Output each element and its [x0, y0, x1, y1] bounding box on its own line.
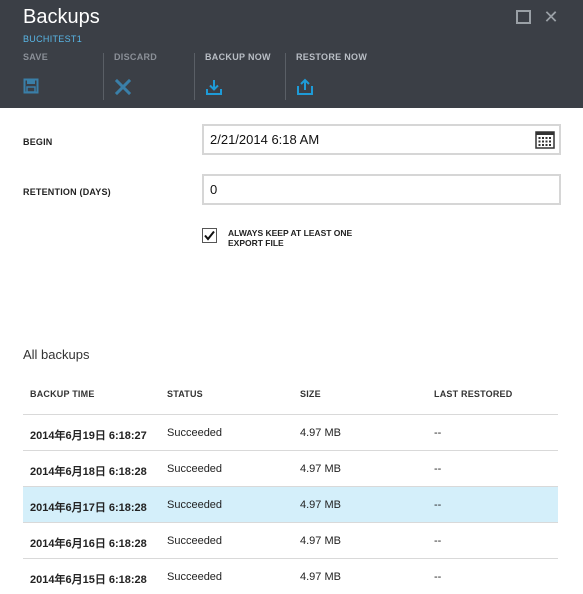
- status-cell: Succeeded: [167, 427, 223, 439]
- keep-export-label: ALWAYS KEEP AT LEAST ONE EXPORT FILE: [228, 228, 353, 248]
- backup-time-cell: 2014年6月15日 6:18:28: [30, 574, 147, 586]
- discard-command-label: DISCARD: [114, 52, 158, 62]
- column-header-size: SIZE: [300, 389, 321, 399]
- column-header-backup-time: BACKUP TIME: [30, 389, 95, 399]
- last-restored-cell: --: [434, 535, 442, 547]
- maximize-icon[interactable]: [515, 9, 531, 25]
- backup-now-button[interactable]: BACKUP NOW: [205, 52, 271, 100]
- command-separator: [285, 53, 286, 100]
- table-row[interactable]: 2014年6月19日 6:18:27 Succeeded 4.97 MB --: [23, 414, 558, 450]
- keep-export-checkbox[interactable]: [202, 228, 217, 243]
- last-restored-cell: --: [434, 571, 442, 583]
- status-cell: Succeeded: [167, 571, 223, 583]
- save-command-label: SAVE: [23, 52, 49, 62]
- size-cell: 4.97 MB: [300, 427, 341, 439]
- command-separator: [103, 53, 104, 100]
- backup-now-icon: [206, 80, 222, 95]
- size-cell: 4.97 MB: [300, 535, 341, 547]
- status-cell: Succeeded: [167, 535, 223, 547]
- table-row[interactable]: 2014年6月15日 6:18:28 Succeeded 4.97 MB --: [23, 558, 558, 594]
- backup-time-cell: 2014年6月17日 6:18:28: [30, 502, 147, 514]
- size-cell: 4.97 MB: [300, 571, 341, 583]
- table-row[interactable]: 2014年6月16日 6:18:28 Succeeded 4.97 MB --: [23, 522, 558, 558]
- backup-time-cell: 2014年6月16日 6:18:28: [30, 538, 147, 550]
- save-icon: [23, 78, 39, 94]
- all-backups-title: All backups: [23, 347, 90, 362]
- last-restored-cell: --: [434, 463, 442, 475]
- backup-time-cell: 2014年6月18日 6:18:28: [30, 466, 147, 478]
- column-header-status: STATUS: [167, 389, 203, 399]
- begin-datetime-field[interactable]: 2/21/2014 6:18 AM: [202, 124, 561, 155]
- begin-label: BEGIN: [23, 137, 53, 147]
- calendar-icon[interactable]: [535, 130, 555, 149]
- command-separator: [194, 53, 195, 100]
- begin-value: 2/21/2014 6:18 AM: [210, 132, 320, 147]
- size-cell: 4.97 MB: [300, 499, 341, 511]
- retention-value: 0: [210, 182, 218, 197]
- table-row-selected[interactable]: 2014年6月17日 6:18:28 Succeeded 4.97 MB --: [23, 486, 558, 522]
- status-cell: Succeeded: [167, 499, 223, 511]
- last-restored-cell: --: [434, 427, 442, 439]
- restore-now-label: RESTORE NOW: [296, 52, 368, 62]
- discard-command: DISCARD: [114, 52, 157, 100]
- restore-now-button[interactable]: RESTORE NOW: [296, 52, 367, 100]
- status-cell: Succeeded: [167, 463, 223, 475]
- blade-subtitle: BUCHITEST1: [23, 34, 83, 44]
- close-icon[interactable]: ✕: [543, 8, 559, 26]
- backup-now-label: BACKUP NOW: [205, 52, 271, 62]
- retention-input[interactable]: 0: [202, 174, 561, 205]
- column-header-last-restored: LAST RESTORED: [434, 389, 513, 399]
- size-cell: 4.97 MB: [300, 463, 341, 475]
- retention-label: RETENTION (DAYS): [23, 187, 111, 197]
- discard-icon: [114, 78, 132, 96]
- checkmark-icon: [204, 230, 215, 241]
- backup-time-cell: 2014年6月19日 6:18:27: [30, 430, 147, 442]
- blade-title: Backups: [23, 6, 100, 28]
- table-row[interactable]: 2014年6月18日 6:18:28 Succeeded 4.97 MB --: [23, 450, 558, 486]
- last-restored-cell: --: [434, 499, 442, 511]
- save-command: SAVE: [23, 52, 48, 100]
- blade-header: Backups BUCHITEST1 ✕ SAVE DISCARD BACKUP…: [0, 0, 583, 108]
- restore-now-icon: [297, 78, 313, 95]
